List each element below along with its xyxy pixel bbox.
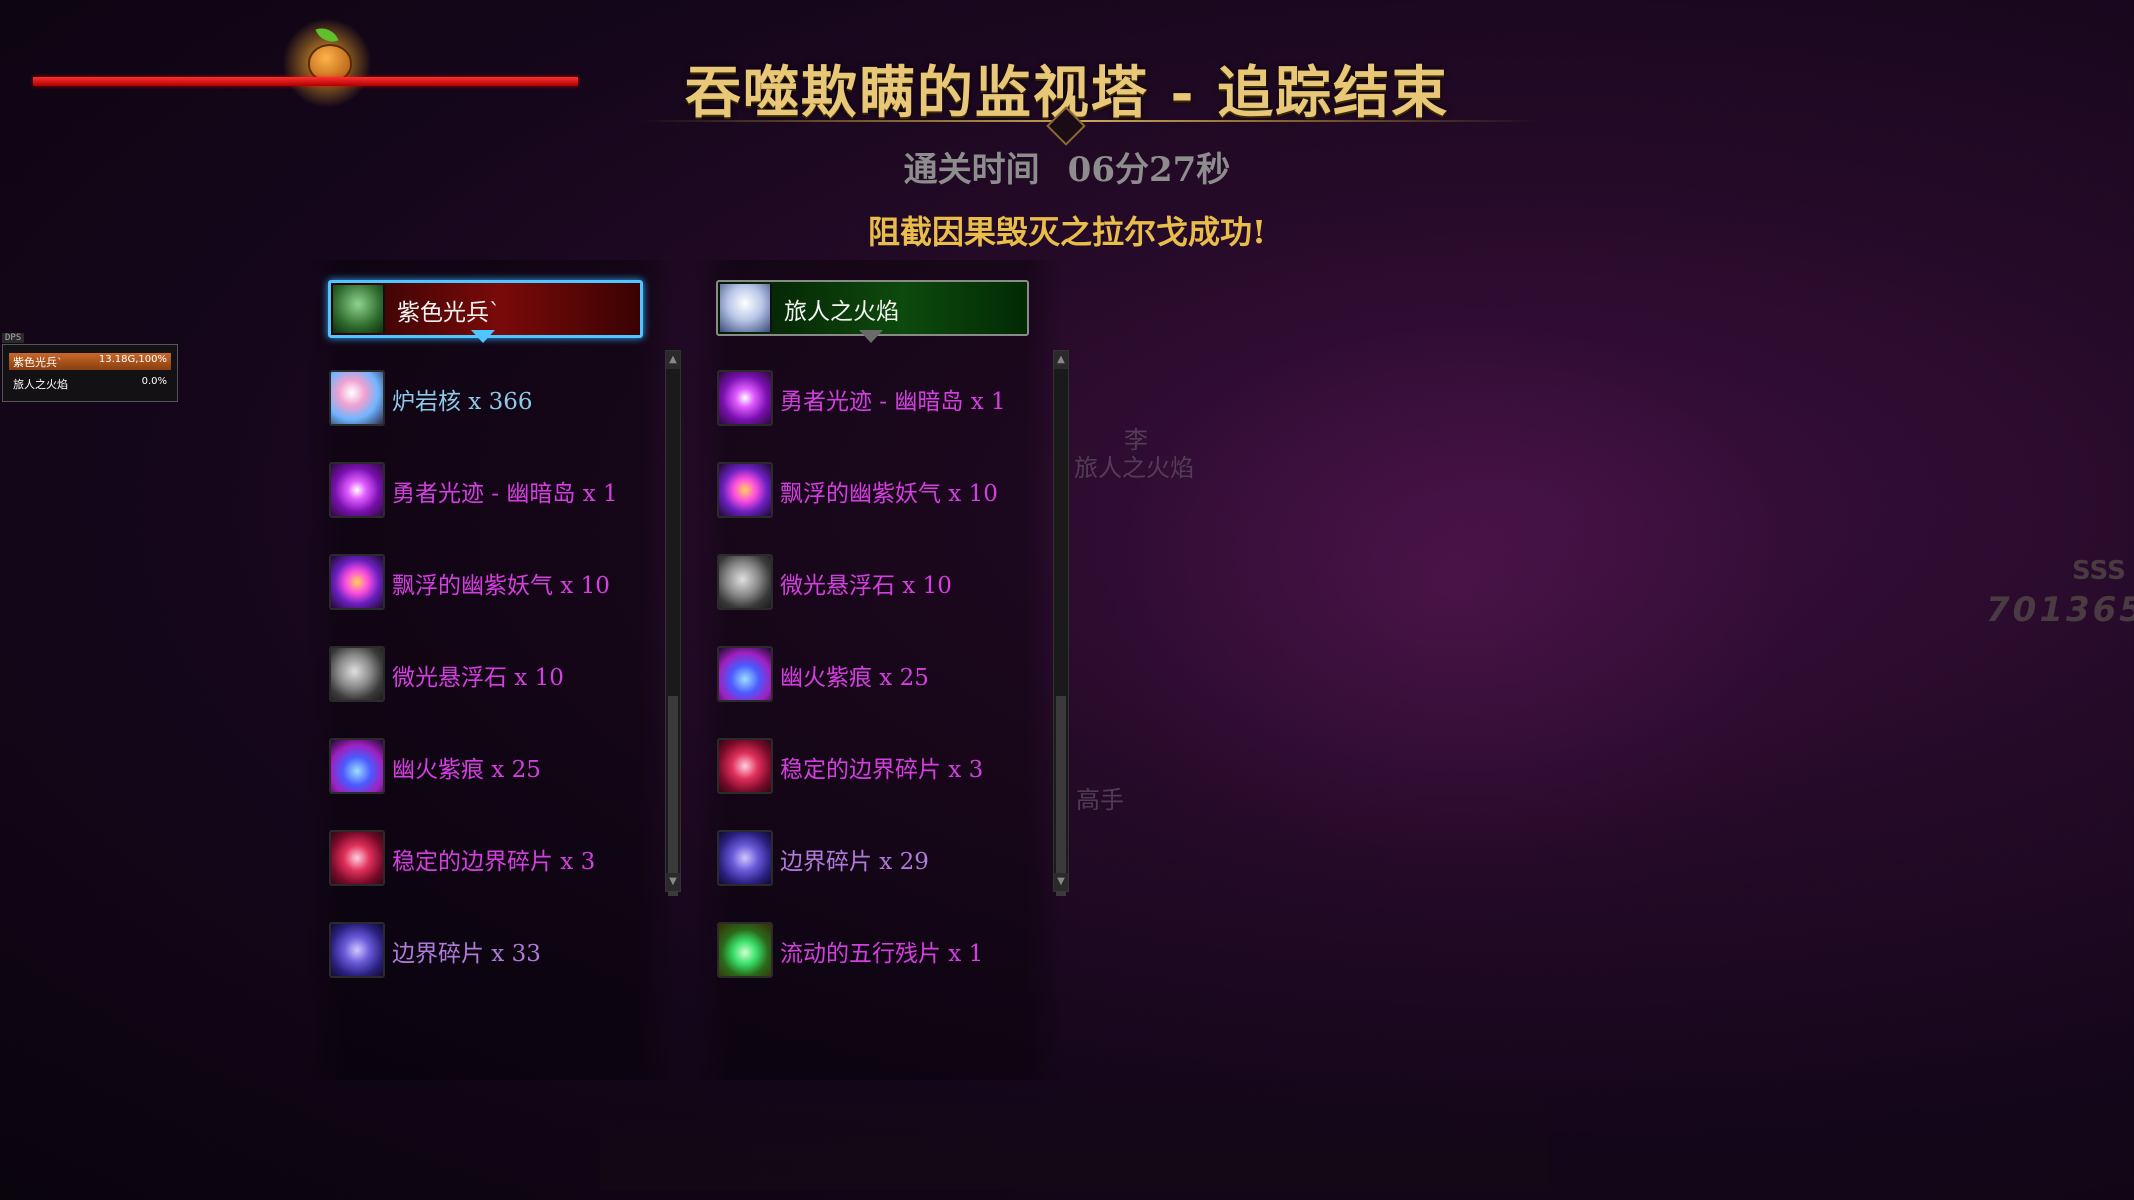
swirl-icon (329, 554, 385, 610)
reward-item[interactable]: 炉岩核 x 366 (329, 370, 629, 426)
reward-label: 飘浮的幽紫妖气 x 10 (392, 573, 610, 599)
reward-label: 微光悬浮石 x 10 (392, 665, 564, 691)
avatar (720, 284, 772, 332)
dps-meter-panel[interactable]: 紫色光兵` 13.18G,100% 旅人之火焰 0.0% (2, 344, 178, 402)
title-divider (640, 120, 1540, 122)
reward-label: 飘浮的幽紫妖气 x 10 (780, 481, 998, 507)
dps-name: 旅人之火焰 (13, 378, 68, 391)
scroll-thumb[interactable] (668, 696, 678, 896)
reward-label: 稳定的边界碎片 x 3 (780, 757, 984, 783)
rank-text: SSS (2072, 556, 2126, 586)
stone-icon (329, 646, 385, 702)
reward-item[interactable]: 微光悬浮石 x 10 (717, 554, 1017, 610)
player-name-box[interactable]: 旅人之火焰 (716, 280, 1029, 336)
reward-item[interactable]: 边界碎片 x 33 (329, 922, 629, 978)
blue-shard-icon (329, 922, 385, 978)
avatar (333, 285, 385, 333)
clear-time-value: 06分27秒 (1067, 150, 1231, 190)
scroll-up-icon[interactable]: ▲ (1054, 351, 1068, 369)
reward-item[interactable]: 飘浮的幽紫妖气 x 10 (717, 462, 1017, 518)
reward-label: 幽火紫痕 x 25 (392, 757, 541, 783)
reward-label: 勇者光迹 - 幽暗岛 x 1 (392, 481, 618, 507)
green-orb-icon (717, 922, 773, 978)
selection-pointer-icon (859, 330, 883, 343)
reward-item[interactable]: 飘浮的幽紫妖气 x 10 (329, 554, 629, 610)
clear-time-label: 通关时间 (903, 150, 1040, 190)
dps-value: 13.18G,100% (98, 354, 167, 365)
reward-item[interactable]: 勇者光迹 - 幽暗岛 x 1 (329, 462, 629, 518)
player-name: 紫色光兵` (397, 300, 501, 326)
reward-item[interactable]: 幽火紫痕 x 25 (717, 646, 1017, 702)
reward-label: 流动的五行残片 x 1 (780, 941, 984, 967)
scroll-down-icon[interactable]: ▼ (666, 873, 680, 891)
score-text: 701365 (1986, 590, 2134, 630)
reward-label: 幽火紫痕 x 25 (780, 665, 929, 691)
reward-label: 边界碎片 x 33 (392, 941, 541, 967)
reward-label: 边界碎片 x 29 (780, 849, 929, 875)
reward-item[interactable]: 稳定的边界碎片 x 3 (717, 738, 1017, 794)
reward-item[interactable]: 勇者光迹 - 幽暗岛 x 1 (717, 370, 1017, 426)
reward-item[interactable]: 稳定的边界碎片 x 3 (329, 830, 629, 886)
ghost-text: 旅人之火焰 (1074, 454, 1194, 482)
reward-label: 勇者光迹 - 幽暗岛 x 1 (780, 389, 1006, 415)
scroll-down-icon[interactable]: ▼ (1054, 873, 1068, 891)
swirl-icon (717, 462, 773, 518)
selection-pointer-icon (471, 330, 495, 343)
blue-shard-icon (717, 830, 773, 886)
red-shard-icon (717, 738, 773, 794)
purple-orb-icon (717, 370, 773, 426)
purple-orb-icon (329, 462, 385, 518)
crystal-icon (329, 370, 385, 426)
stone-icon (717, 554, 773, 610)
scrollbar[interactable]: ▲ ▼ (1053, 350, 1069, 896)
scrollbar[interactable]: ▲ ▼ (665, 350, 681, 896)
player-name: 旅人之火焰 (784, 299, 899, 325)
reward-label: 炉岩核 x 366 (392, 389, 533, 415)
reward-item[interactable]: 微光悬浮石 x 10 (329, 646, 629, 702)
dps-row: 旅人之火焰 0.0% (9, 375, 171, 392)
scroll-thumb[interactable] (1056, 696, 1066, 896)
reward-item[interactable]: 幽火紫痕 x 25 (329, 738, 629, 794)
dps-tag: DPS (2, 333, 25, 343)
reward-item[interactable]: 边界碎片 x 29 (717, 830, 1017, 886)
dps-row: 紫色光兵` 13.18G,100% (9, 353, 171, 370)
reward-item[interactable]: 流动的五行残片 x 1 (717, 922, 1017, 978)
scroll-up-icon[interactable]: ▲ (666, 351, 680, 369)
reward-label: 微光悬浮石 x 10 (780, 573, 952, 599)
dps-value: 0.0% (141, 376, 167, 387)
reward-label: 稳定的边界碎片 x 3 (392, 849, 596, 875)
red-shard-icon (329, 830, 385, 886)
ghost-text: 高手 (1076, 786, 1124, 814)
background-glow (1000, 240, 1900, 940)
flame-icon (329, 738, 385, 794)
skill-bar (600, 1080, 1550, 1190)
success-message: 阻截因果毁灭之拉尔戈成功! (867, 213, 1267, 251)
flame-icon (717, 646, 773, 702)
dps-name: 紫色光兵` (13, 356, 63, 369)
clear-time: 通关时间 06分27秒 (0, 142, 2134, 191)
